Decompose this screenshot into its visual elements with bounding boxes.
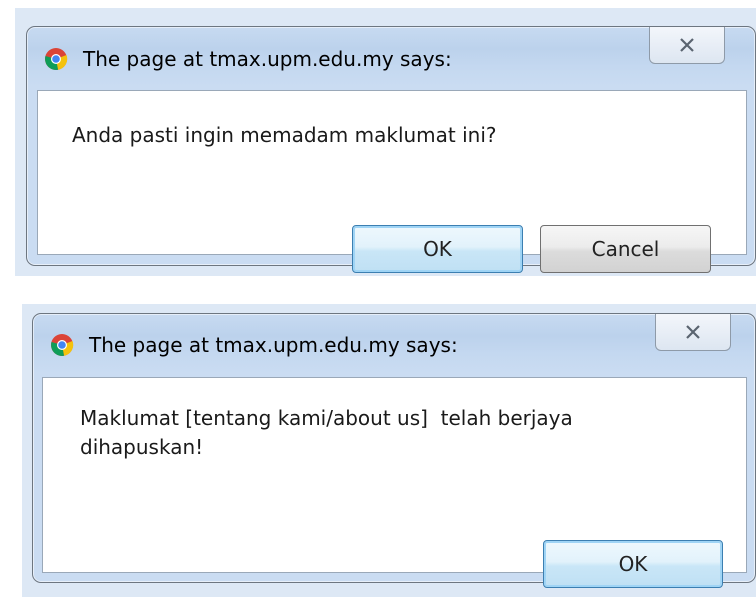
close-button[interactable] xyxy=(649,27,725,64)
close-icon xyxy=(680,38,694,52)
close-button[interactable] xyxy=(655,314,731,351)
dialog-message: Anda pasti ingin memadam maklumat ini? xyxy=(72,123,497,147)
ok-button[interactable]: OK xyxy=(352,225,523,273)
close-icon xyxy=(686,325,700,339)
chrome-icon xyxy=(44,47,68,71)
dialog-body: Anda pasti ingin memadam maklumat ini? O… xyxy=(37,90,747,273)
confirm-dialog: The page at tmax.upm.edu.my says: Anda p… xyxy=(26,26,756,273)
dialog-title: The page at tmax.upm.edu.my says: xyxy=(83,47,452,71)
ok-button[interactable]: OK xyxy=(543,540,723,588)
alert-dialog: The page at tmax.upm.edu.my says: Maklum… xyxy=(32,313,756,588)
dialog-message: Maklumat [tentang kami/about us] telah b… xyxy=(80,404,640,462)
dialog-title: The page at tmax.upm.edu.my says: xyxy=(89,333,458,357)
chrome-icon xyxy=(50,333,74,357)
message-line-2: dihapuskan! xyxy=(80,435,204,459)
message-line-1: Maklumat [tentang kami/about us] telah b… xyxy=(80,406,573,430)
dialog-body: Maklumat [tentang kami/about us] telah b… xyxy=(42,377,747,588)
cancel-button[interactable]: Cancel xyxy=(540,225,711,273)
